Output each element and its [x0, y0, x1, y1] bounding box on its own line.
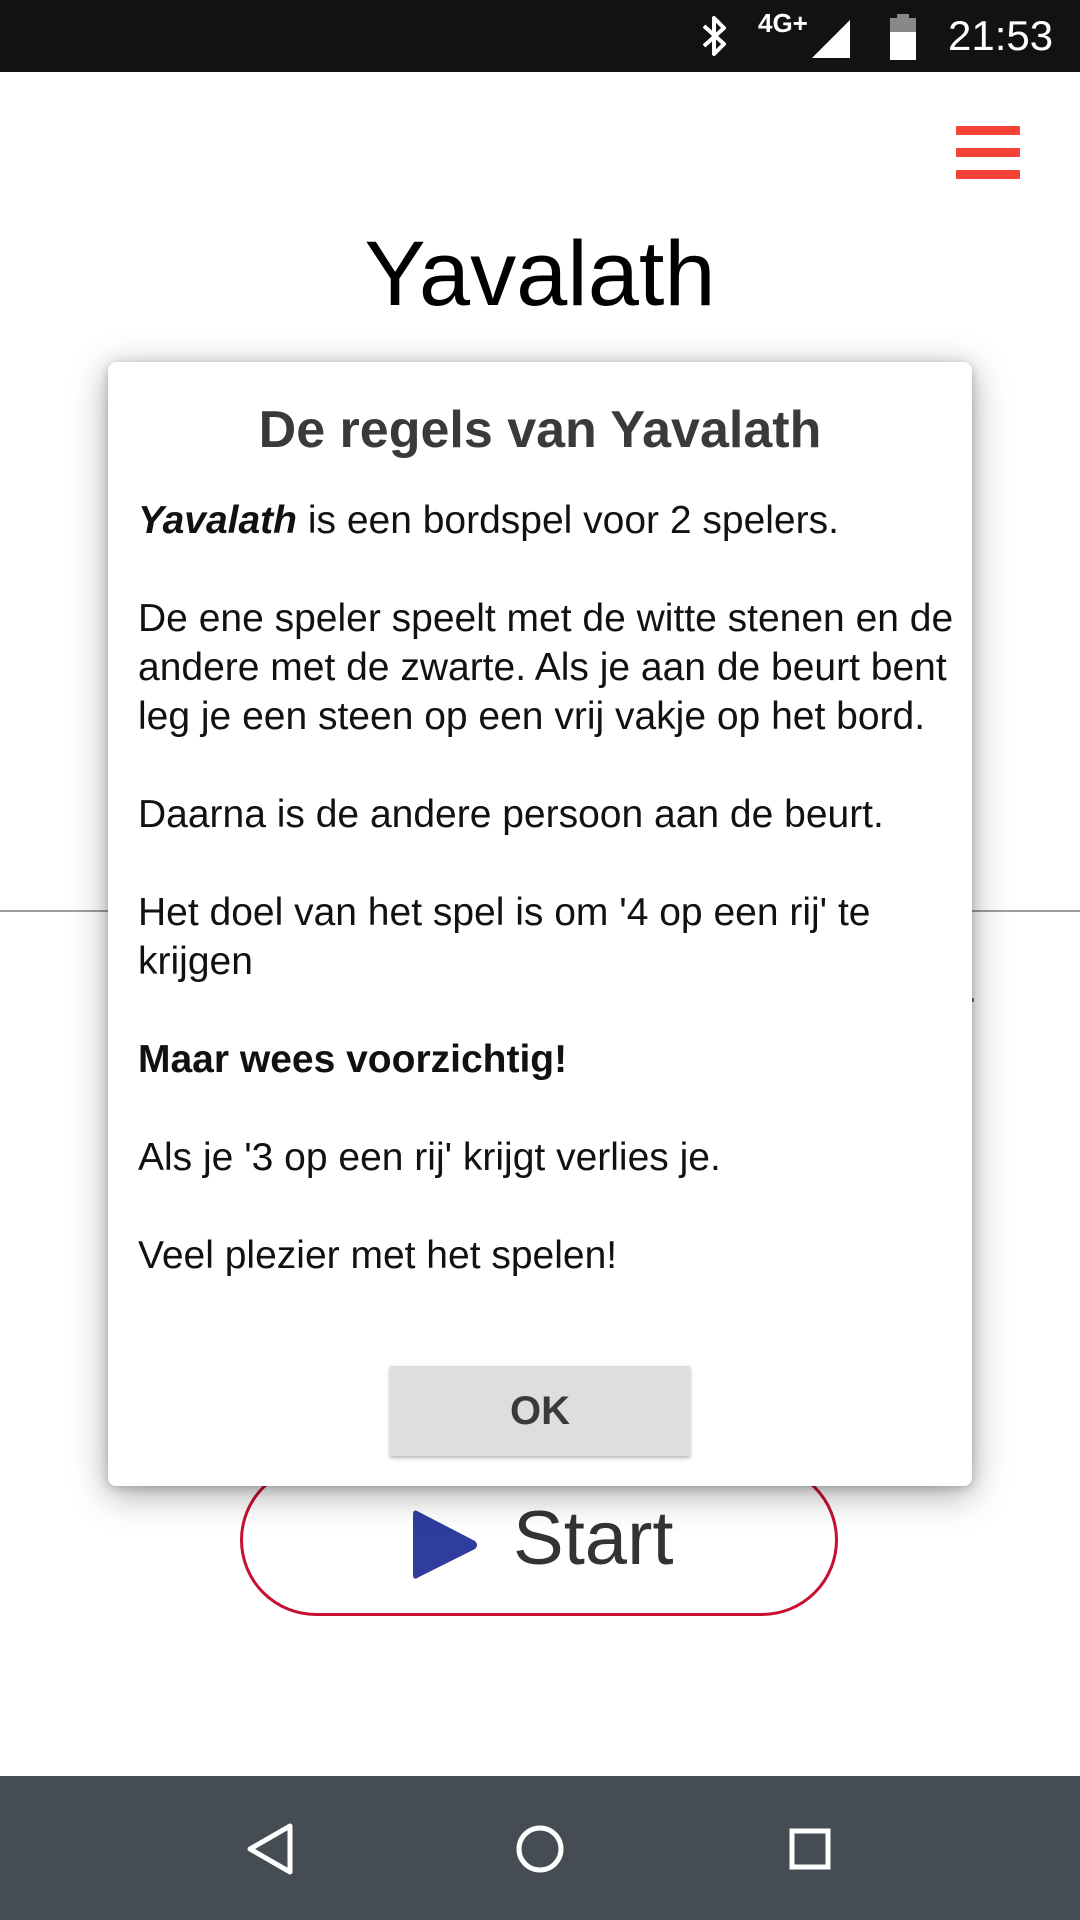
signal-icon — [812, 20, 850, 58]
clock: 21:53 — [948, 12, 1054, 59]
navigation-bar — [0, 1776, 1080, 1920]
rules-paragraph: De ene speler speelt met de witte stenen… — [138, 597, 954, 738]
hamburger-menu-icon[interactable] — [950, 120, 1026, 190]
intro-paragraph: Yavalath is een bordspel voor 2 spelers. — [138, 496, 958, 545]
play-icon — [413, 1510, 477, 1579]
start-label: Start — [513, 1496, 674, 1581]
game-name: Yavalath — [138, 499, 297, 542]
closing-paragraph: Veel plezier met het spelen! — [138, 1234, 618, 1277]
app-title: Yavalath — [364, 223, 716, 325]
back-icon[interactable] — [236, 1814, 306, 1884]
turn-paragraph: Daarna is de andere persoon aan de beurt… — [138, 793, 884, 836]
start-button[interactable]: Start — [240, 1464, 838, 1616]
battery-icon — [890, 14, 916, 60]
intro-text: is een bordspel voor 2 spelers. — [296, 499, 839, 542]
lose-paragraph: Als je '3 op een rij' krijgt verlies je. — [138, 1136, 721, 1179]
rules-dialog: De regels van Yavalath Yavalath is een b… — [108, 362, 972, 1486]
status-bar: 4G+ 21:53 — [0, 0, 1080, 72]
ok-button[interactable]: OK — [390, 1366, 690, 1456]
bluetooth-icon — [702, 16, 726, 56]
dialog-body: Yavalath is een bordspel voor 2 spelers.… — [138, 496, 958, 1280]
goal-paragraph: Het doel van het spel is om '4 op een ri… — [138, 891, 871, 983]
recents-icon[interactable] — [775, 1814, 845, 1884]
network-type: 4G+ — [758, 8, 808, 38]
warning-paragraph: Maar wees voorzichtig! — [138, 1035, 958, 1084]
warning-text: Maar wees voorzichtig! — [138, 1038, 568, 1081]
app-screen: 4G+ 21:53 Yavalath Start De regels van Y… — [0, 0, 1080, 1920]
home-icon[interactable] — [505, 1814, 575, 1884]
dialog-title: De regels van Yavalath — [258, 401, 822, 459]
